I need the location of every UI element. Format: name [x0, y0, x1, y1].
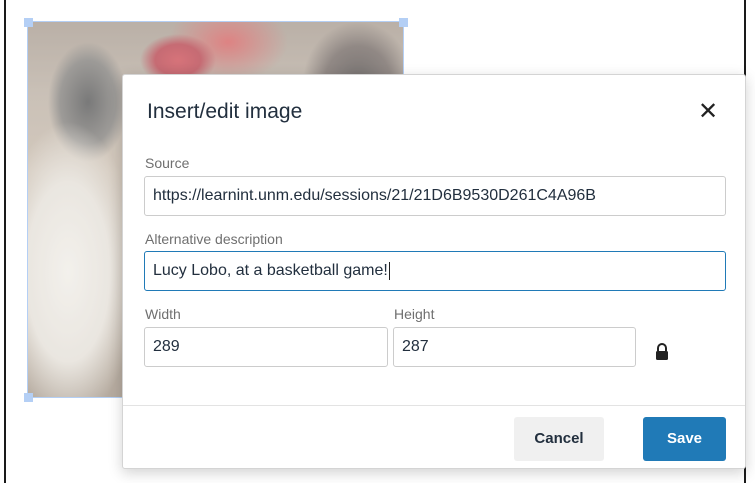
insert-image-dialog: Insert/edit image ✕ Source https://learn… — [122, 74, 746, 469]
dialog-title: Insert/edit image — [147, 100, 303, 123]
source-label: Source — [145, 155, 190, 171]
alt-description-value: Lucy Lobo, at a basketball game! — [153, 262, 388, 279]
height-value: 287 — [402, 338, 429, 355]
lock-icon[interactable] — [654, 343, 670, 361]
cancel-button[interactable]: Cancel — [514, 417, 604, 461]
footer-divider — [123, 405, 745, 406]
close-icon[interactable]: ✕ — [693, 97, 723, 127]
width-label: Width — [145, 306, 181, 322]
source-value: https://learnint.unm.edu/sessions/21/21D… — [153, 187, 596, 204]
resize-handle-top-right[interactable] — [399, 18, 408, 27]
height-label: Height — [394, 306, 435, 322]
dialog-header: Insert/edit image ✕ — [123, 75, 745, 147]
alt-description-input[interactable]: Lucy Lobo, at a basketball game! — [144, 251, 726, 291]
width-input[interactable]: 289 — [144, 327, 388, 367]
source-input[interactable]: https://learnint.unm.edu/sessions/21/21D… — [144, 176, 726, 216]
height-input[interactable]: 287 — [393, 327, 636, 367]
alt-description-label: Alternative description — [145, 231, 283, 247]
save-button[interactable]: Save — [643, 417, 726, 461]
resize-handle-bottom-left[interactable] — [24, 393, 33, 402]
text-caret — [388, 261, 390, 280]
resize-handle-top-left[interactable] — [24, 18, 33, 27]
width-value: 289 — [153, 338, 180, 355]
